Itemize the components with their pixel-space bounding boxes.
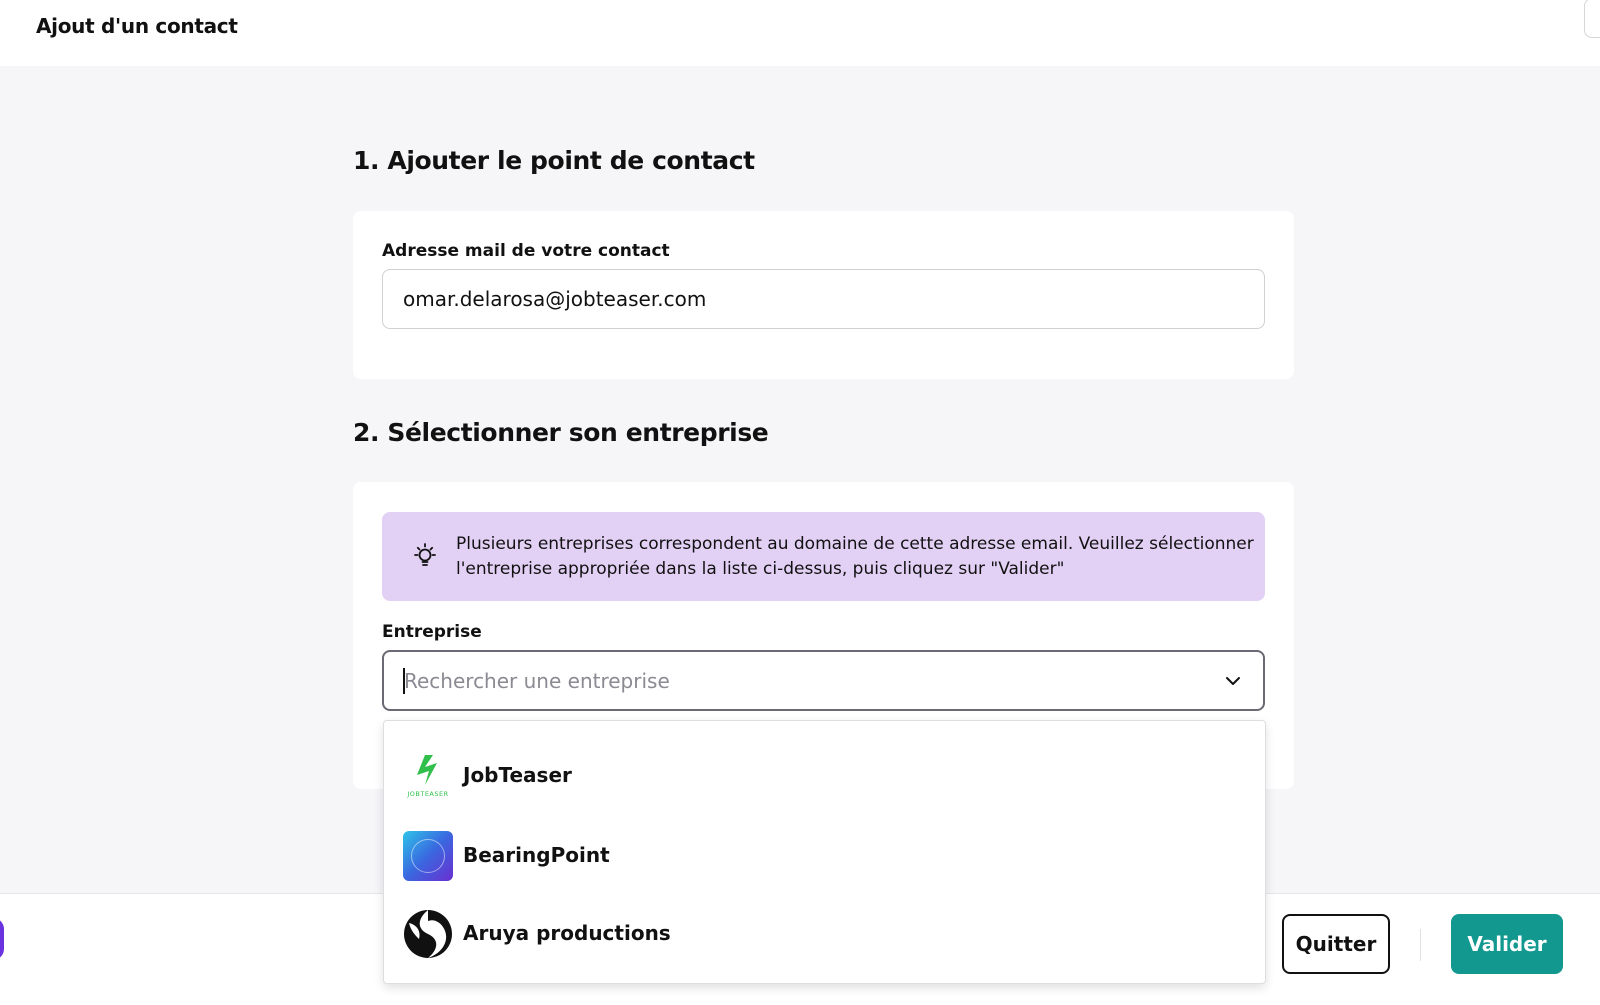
info-message: Plusieurs entreprises correspondent au d… xyxy=(456,534,1254,579)
section-title-contact: 1. Ajouter le point de contact xyxy=(353,146,755,175)
company-option-label: JobTeaser xyxy=(463,763,572,787)
top-bar: Ajout d'un contact ⋮ xyxy=(0,0,1600,66)
jobteaser-logo-icon: JOBTEASER xyxy=(403,751,453,801)
company-option-label: Aruya productions xyxy=(463,921,671,945)
quit-button[interactable]: Quitter xyxy=(1282,914,1390,974)
company-option-label: BearingPoint xyxy=(463,843,610,867)
page-title: Ajout d'un contact xyxy=(36,14,238,38)
validate-button[interactable]: Valider xyxy=(1451,914,1563,974)
bearingpoint-logo-icon xyxy=(403,831,453,881)
email-label: Adresse mail de votre contact xyxy=(382,241,670,261)
company-option-aruya[interactable]: Aruya productions xyxy=(384,895,1265,973)
lightbulb-icon xyxy=(414,543,436,566)
footer-divider xyxy=(1420,929,1421,961)
aruya-logo-icon xyxy=(403,909,453,959)
svg-text:JOBTEASER: JOBTEASER xyxy=(406,790,448,798)
corner-menu-button[interactable]: ⋮ xyxy=(1584,0,1600,38)
email-value: omar.delarosa@jobteaser.com xyxy=(403,287,707,311)
chevron-down-icon[interactable] xyxy=(1223,671,1243,691)
company-option-jobteaser[interactable]: JOBTEASER JobTeaser xyxy=(384,737,1265,815)
menu-icon: ⋮ xyxy=(1595,5,1600,19)
contact-card: Adresse mail de votre contact omar.delar… xyxy=(353,211,1294,379)
company-label: Entreprise xyxy=(382,622,482,642)
company-dropdown: JOBTEASER JobTeaser BearingPoint Aruya p… xyxy=(383,720,1266,984)
email-field[interactable]: omar.delarosa@jobteaser.com xyxy=(382,269,1265,329)
company-option-bearingpoint[interactable]: BearingPoint xyxy=(384,817,1265,895)
company-search-placeholder: Rechercher une entreprise xyxy=(404,669,670,693)
section-title-company: 2. Sélectionner son entreprise xyxy=(353,418,769,447)
info-banner: Plusieurs entreprises correspondent au d… xyxy=(382,512,1265,601)
company-search-input[interactable]: Rechercher une entreprise xyxy=(382,650,1265,711)
